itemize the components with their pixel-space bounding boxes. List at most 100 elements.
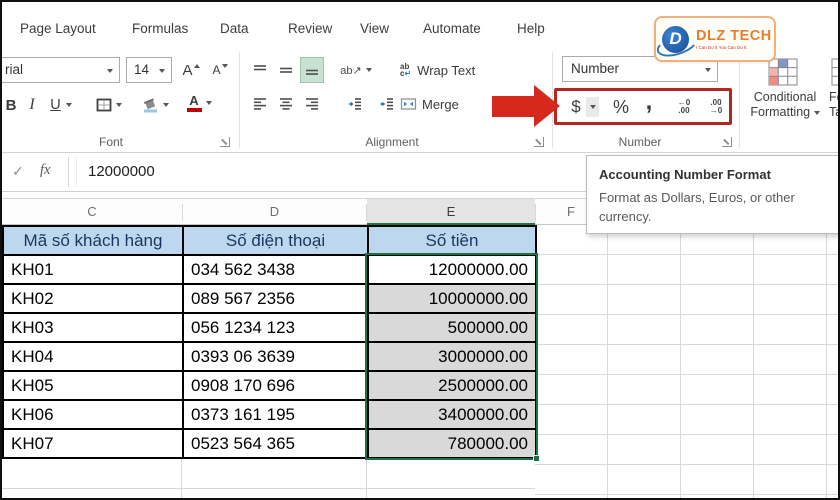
decrease-indent-icon	[348, 98, 361, 110]
formula-bar-separator	[76, 157, 77, 187]
formula-input[interactable]: 12000000	[88, 163, 155, 180]
align-right-button[interactable]	[300, 91, 324, 117]
chevron-down-icon	[159, 69, 165, 73]
cell-header-customer[interactable]: Mã số khách hàng	[4, 227, 184, 256]
cell-code[interactable]: KH03	[4, 314, 184, 343]
logo-monogram-icon: D	[662, 25, 689, 53]
orientation-icon: ab↗	[340, 64, 362, 77]
font-color-button[interactable]: A	[180, 90, 218, 116]
cell-amount[interactable]: 2500000.00	[369, 372, 537, 401]
format-as-table-icon	[831, 58, 838, 86]
merge-center-button[interactable]: Merge	[400, 91, 492, 117]
cell-phone[interactable]: 0523 564 365	[184, 430, 369, 459]
cell-code[interactable]: KH05	[4, 372, 184, 401]
tab-automate[interactable]: Automate	[423, 18, 481, 40]
wrap-return-arrow-icon: ↵	[404, 69, 412, 78]
orientation-button[interactable]: ab↗	[336, 57, 376, 83]
tab-formulas[interactable]: Formulas	[132, 18, 188, 40]
wrap-text-icon: ab c↵	[400, 63, 412, 78]
align-center-button[interactable]	[274, 91, 298, 117]
group-separator	[239, 52, 240, 148]
font-group-label: Font	[98, 135, 123, 149]
logo-text: DLZ TECH I Can Do It You Can Do It	[696, 28, 772, 50]
tooltip-accounting-number-format: Accounting Number Format Format as Dolla…	[586, 155, 838, 234]
conditional-formatting-label[interactable]: Conditional Formatting	[739, 90, 831, 120]
cell-code[interactable]: KH06	[4, 401, 184, 430]
cell-phone[interactable]: 0908 170 696	[184, 372, 369, 401]
merge-label: Merge	[422, 96, 459, 112]
alignment-dialog-launcher-icon[interactable]	[534, 137, 544, 147]
cell-code[interactable]: KH01	[4, 256, 184, 285]
tooltip-line1: Format as Dollars, Euros, or other	[599, 190, 795, 205]
font-dialog-launcher-icon[interactable]	[220, 137, 230, 147]
enter-check-icon[interactable]: ✓	[12, 163, 24, 180]
cell-phone[interactable]: 056 1234 123	[184, 314, 369, 343]
caret-up-icon	[193, 64, 200, 68]
cell-code[interactable]: KH04	[4, 343, 184, 372]
increase-font-size-button[interactable]: A	[178, 57, 204, 83]
align-top-button[interactable]	[248, 57, 272, 83]
excel-window: Page Layout Formulas Data Review View Au…	[0, 0, 840, 500]
cell-phone[interactable]: 0393 06 3639	[184, 343, 369, 372]
cell-header-amount[interactable]: Số tiền	[369, 227, 537, 256]
font-size-combo[interactable]: 14	[126, 57, 172, 83]
align-left-icon	[254, 98, 266, 110]
chevron-down-icon	[705, 68, 711, 72]
fill-color-button[interactable]	[136, 92, 174, 118]
align-bottom-button[interactable]	[300, 57, 324, 83]
tab-page-layout[interactable]: Page Layout	[20, 18, 96, 40]
cell-phone[interactable]: 089 567 2356	[184, 285, 369, 314]
conditional-label-line1: Conditional	[753, 90, 817, 104]
bold-button[interactable]: B	[2, 92, 20, 118]
tab-data[interactable]: Data	[220, 18, 249, 40]
align-left-button[interactable]	[248, 91, 272, 117]
logo-tagline: I Can Do It You Can Do It	[696, 45, 747, 50]
decrease-font-size-button[interactable]: A	[207, 57, 233, 83]
cell-phone[interactable]: 034 562 3438	[184, 256, 369, 285]
cell-header-phone[interactable]: Số điện thoại	[184, 227, 369, 256]
italic-button[interactable]: I	[24, 92, 40, 118]
cell-amount[interactable]: 10000000.00	[369, 285, 537, 314]
tab-help[interactable]: Help	[517, 18, 545, 40]
cell-code[interactable]: KH07	[4, 430, 184, 459]
underline-icon: U	[50, 97, 61, 113]
font-color-bar	[186, 107, 202, 112]
shrink-font-icon: A	[212, 63, 221, 77]
empty-grid-area[interactable]	[2, 459, 535, 498]
decrease-indent-button[interactable]	[342, 91, 368, 117]
cell-amount-active[interactable]: 12000000.00	[369, 256, 537, 285]
tab-view[interactable]: View	[360, 18, 389, 40]
tab-review[interactable]: Review	[288, 18, 332, 40]
table-label-line1: For	[829, 90, 838, 104]
column-header-d[interactable]: D	[182, 199, 367, 225]
format-as-table-button[interactable]	[831, 58, 838, 91]
highlight-red-box	[554, 88, 732, 125]
format-as-table-label[interactable]: For Ta	[829, 90, 838, 120]
grow-font-icon: A	[182, 61, 193, 79]
italic-icon: I	[29, 96, 35, 113]
underline-button[interactable]: U	[44, 92, 78, 118]
cell-amount[interactable]: 500000.00	[369, 314, 537, 343]
insert-function-icon[interactable]: fx	[40, 162, 50, 179]
cell-amount[interactable]: 3000000.00	[369, 343, 537, 372]
wrap-text-button[interactable]: ab c↵ Wrap Text	[400, 57, 520, 83]
align-middle-button[interactable]	[274, 57, 298, 83]
font-name-combo[interactable]: rial	[2, 57, 120, 83]
align-top-icon	[254, 65, 266, 71]
column-header-c[interactable]: C	[2, 199, 182, 225]
chevron-down-icon	[205, 101, 212, 105]
cell-amount[interactable]: 3400000.00	[369, 401, 537, 430]
increase-indent-button[interactable]	[374, 91, 400, 117]
empty-grid-area[interactable]	[535, 225, 838, 498]
conditional-formatting-button[interactable]	[768, 58, 798, 91]
number-dialog-launcher-icon[interactable]	[722, 137, 732, 147]
logo-brand: DLZ TECH	[696, 28, 772, 44]
column-header-e[interactable]: E	[367, 199, 535, 225]
cell-amount[interactable]: 780000.00	[369, 430, 537, 459]
fill-color-icon	[143, 98, 157, 113]
cell-code[interactable]: KH02	[4, 285, 184, 314]
caret-down-icon	[221, 64, 228, 68]
cell-phone[interactable]: 0373 161 195	[184, 401, 369, 430]
borders-button[interactable]	[90, 92, 128, 118]
number-format-value: Number	[571, 61, 620, 76]
